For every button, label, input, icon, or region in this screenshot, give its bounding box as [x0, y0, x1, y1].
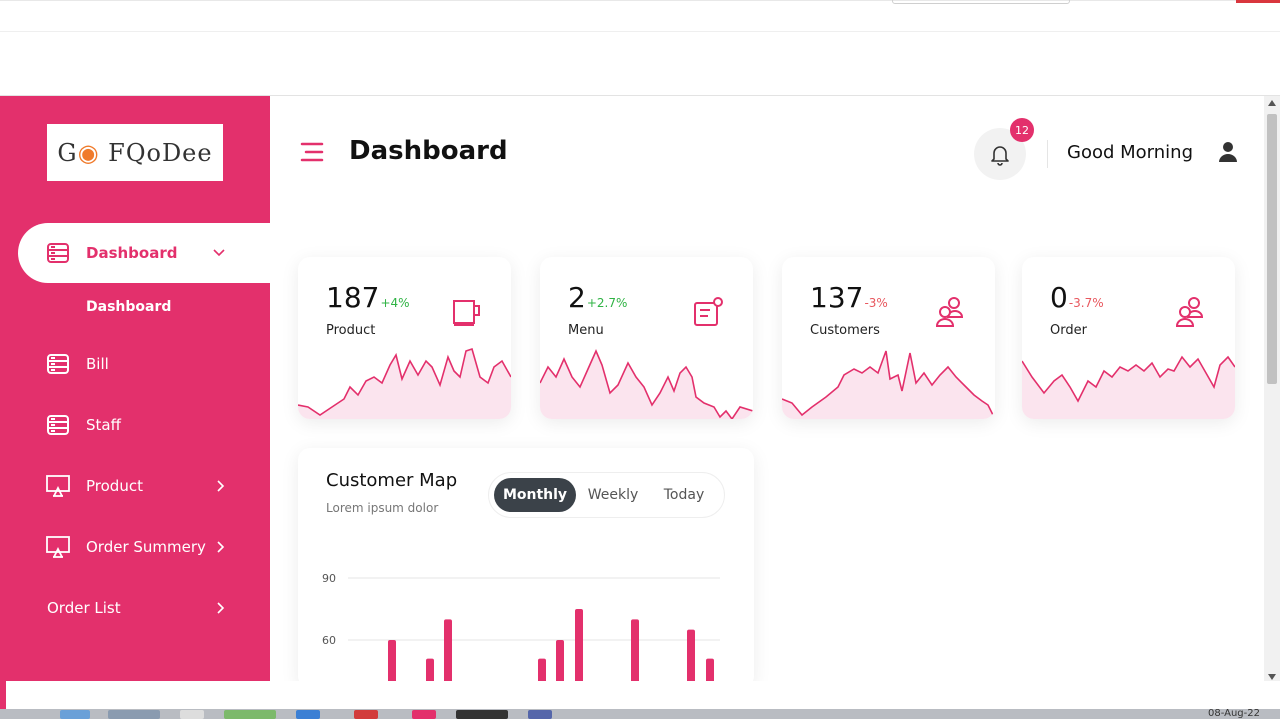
- stat-card-product: 187+4% Product: [298, 257, 511, 419]
- bar: [444, 619, 452, 688]
- logo-text: G◉ FQoDee: [57, 138, 213, 167]
- users-icon: [934, 295, 968, 329]
- stat-card-order: 0-3.7% Order: [1022, 257, 1235, 419]
- taskbar-app-icon[interactable]: [224, 710, 276, 719]
- card-subtitle: Lorem ipsum dolor: [326, 501, 439, 515]
- menu-toggle-button[interactable]: [300, 140, 324, 164]
- sidebar: G◉ FQoDee Dashboard Dashboard Bill Staff: [0, 96, 270, 719]
- tab-weekly[interactable]: Weekly: [581, 478, 645, 512]
- sparkline-chart: [540, 349, 753, 419]
- stat-delta: -3%: [864, 296, 888, 310]
- stat-value: 137-3%: [810, 281, 888, 314]
- browser-top-bar: [0, 0, 1280, 96]
- stat-value: 187+4%: [326, 281, 410, 314]
- page-scrollbar[interactable]: [1264, 96, 1280, 684]
- sparkline-chart: [298, 347, 511, 419]
- sparkline-chart: [1022, 355, 1235, 419]
- sidebar-item-order-summery[interactable]: Order Summery: [0, 517, 270, 577]
- sidebar-item-label: Order Summery: [86, 538, 206, 556]
- bar: [575, 609, 583, 688]
- bell-icon: [991, 146, 1009, 166]
- list-icon: [46, 352, 70, 376]
- sidebar-item-dashboard[interactable]: Dashboard: [18, 223, 270, 283]
- sidebar-item-label: Dashboard: [86, 244, 178, 262]
- stat-number: 187: [326, 281, 380, 314]
- sidebar-item-label: Staff: [86, 416, 121, 434]
- page-title: Dashboard: [349, 136, 508, 166]
- list-icon: [46, 413, 70, 437]
- taskbar-app-icon[interactable]: [180, 710, 204, 719]
- hamburger-icon: [300, 142, 324, 162]
- taskbar-app-icon[interactable]: [456, 710, 508, 719]
- logo[interactable]: G◉ FQoDee: [47, 124, 223, 181]
- stat-label: Customers: [810, 323, 880, 338]
- address-bar[interactable]: [892, 0, 1070, 4]
- cup-icon: [450, 295, 484, 329]
- taskbar-app-icon[interactable]: [60, 710, 90, 719]
- y-tick-label: 90: [322, 572, 336, 585]
- stat-label: Order: [1050, 323, 1087, 338]
- customer-map-card: Customer Map Lorem ipsum dolor Monthly W…: [298, 448, 754, 688]
- sidebar-item-staff[interactable]: Staff: [0, 395, 270, 455]
- sidebar-item-label: Order List: [47, 599, 121, 617]
- card-title: Customer Map: [326, 470, 458, 491]
- stat-card-customers: 137-3% Customers: [782, 257, 995, 419]
- monitor-icon: [46, 474, 70, 498]
- sidebar-item-order-list[interactable]: Order List: [0, 578, 270, 638]
- sidebar-item-label: Product: [86, 477, 143, 495]
- chevron-right-icon: [214, 540, 228, 554]
- bottom-strip: [6, 681, 1280, 709]
- bar: [687, 629, 695, 688]
- divider: [0, 0, 1280, 1]
- divider: [1047, 140, 1048, 168]
- chevron-down-icon: [212, 246, 226, 260]
- sidebar-subitem-dashboard[interactable]: Dashboard: [86, 299, 171, 315]
- customer-map-bar-chart: 90 60: [322, 572, 720, 688]
- greeting-text: Good Morning: [1067, 142, 1193, 163]
- taskbar-app-icon[interactable]: [354, 710, 378, 719]
- tab-monthly[interactable]: Monthly: [494, 478, 576, 512]
- notification-count-badge: 12: [1010, 118, 1034, 142]
- menu-card-icon: [692, 295, 726, 329]
- period-tabs: Monthly Weekly Today: [488, 472, 725, 518]
- taskbar-app-icon[interactable]: [108, 710, 160, 719]
- stat-number: 2: [568, 281, 586, 314]
- close-window-button[interactable]: [1236, 0, 1280, 3]
- stat-value: 0-3.7%: [1050, 281, 1104, 314]
- stat-label: Menu: [568, 323, 604, 338]
- scrollbar-thumb[interactable]: [1267, 114, 1277, 384]
- sidebar-item-product[interactable]: Product: [0, 456, 270, 516]
- monitor-icon: [46, 535, 70, 559]
- app-window: { "brand": { "logo_text": "GO FOoDee", "…: [0, 0, 1280, 719]
- stat-number: 137: [810, 281, 864, 314]
- sidebar-item-bill[interactable]: Bill: [0, 334, 270, 394]
- scroll-down-arrow-icon[interactable]: [1268, 674, 1276, 680]
- divider: [0, 31, 1280, 32]
- y-tick-label: 60: [322, 634, 336, 647]
- taskbar-app-icon[interactable]: [412, 710, 436, 719]
- taskbar-app-icon[interactable]: [296, 710, 320, 719]
- bar: [631, 619, 639, 688]
- list-icon: [46, 241, 70, 265]
- scroll-up-arrow-icon[interactable]: [1268, 100, 1276, 106]
- user-icon[interactable]: [1218, 141, 1238, 163]
- stat-label: Product: [326, 323, 376, 338]
- stat-delta: +2.7%: [586, 296, 628, 310]
- chevron-right-icon: [214, 601, 228, 615]
- users-icon: [1174, 295, 1208, 329]
- stat-card-menu: 2+2.7% Menu: [540, 257, 753, 419]
- chevron-right-icon: [214, 479, 228, 493]
- sparkline-chart: [782, 350, 995, 419]
- stat-value: 2+2.7%: [568, 281, 627, 314]
- tab-today[interactable]: Today: [651, 478, 717, 512]
- sidebar-item-label: Bill: [86, 355, 109, 373]
- stat-delta: +4%: [380, 296, 410, 310]
- stat-number: 0: [1050, 281, 1068, 314]
- taskbar: 08-Aug-22: [0, 708, 1280, 719]
- stat-delta: -3.7%: [1068, 296, 1104, 310]
- taskbar-app-icon[interactable]: [528, 710, 552, 719]
- taskbar-date: 08-Aug-22: [1208, 708, 1260, 719]
